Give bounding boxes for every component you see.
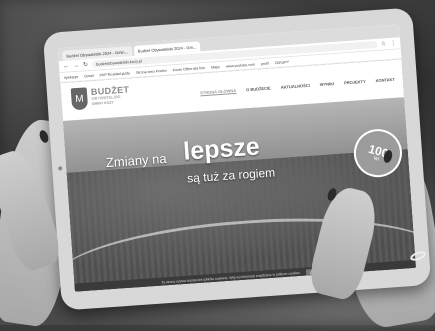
logo-city: GMINY KOZY [91,100,115,106]
back-arrow-icon[interactable]: ← [63,63,69,69]
bookmark[interactable]: Konto Office dla firm [173,66,206,72]
menu-item-results[interactable]: WYNIKI [320,81,335,88]
bookmark[interactable]: Strona sieci Firefox [136,68,167,74]
logo-icon[interactable]: M [70,87,89,111]
bookmark[interactable]: profil [261,61,269,66]
bookmark[interactable]: www.youtube.com [226,62,255,68]
menu-item-home[interactable]: STRONA GŁÓWNA [199,87,237,97]
reload-icon[interactable]: ↻ [83,61,88,68]
forward-arrow-icon[interactable]: → [73,62,79,68]
tablet: Budżet Obywatelski 2024 - Gmin... Budżet… [42,7,432,311]
badge-text: lat [373,154,380,163]
logo-text[interactable]: BUDŻET OBYWATELSKI GMINY KOZY [91,84,130,106]
bookmark[interactable]: PKP Rozkład jazdy [99,71,130,77]
menu-item-about[interactable]: O BUDŻECIE [246,85,271,93]
star-icon[interactable]: ☆ [381,40,387,47]
menu-item-news[interactable]: AKTUALNOŚCI [281,83,310,91]
main-menu: STRONA GŁÓWNA O BUDŻECIE AKTUALNOŚCI WYN… [199,77,395,97]
menu-item-projects[interactable]: PROJEKTY [344,79,366,86]
menu-dots-icon[interactable]: ⋮ [390,40,396,47]
hero-line-2: lepsze [182,132,261,166]
bookmark[interactable]: ZAKUPY [275,60,290,65]
bookmark[interactable]: Gmail [84,73,94,78]
bookmark[interactable]: Mapy [211,64,220,69]
menu-item-contact[interactable]: KONTAKT [375,77,395,84]
bookmark[interactable]: Aplikacje [64,74,79,79]
tablet-camera [58,166,63,171]
